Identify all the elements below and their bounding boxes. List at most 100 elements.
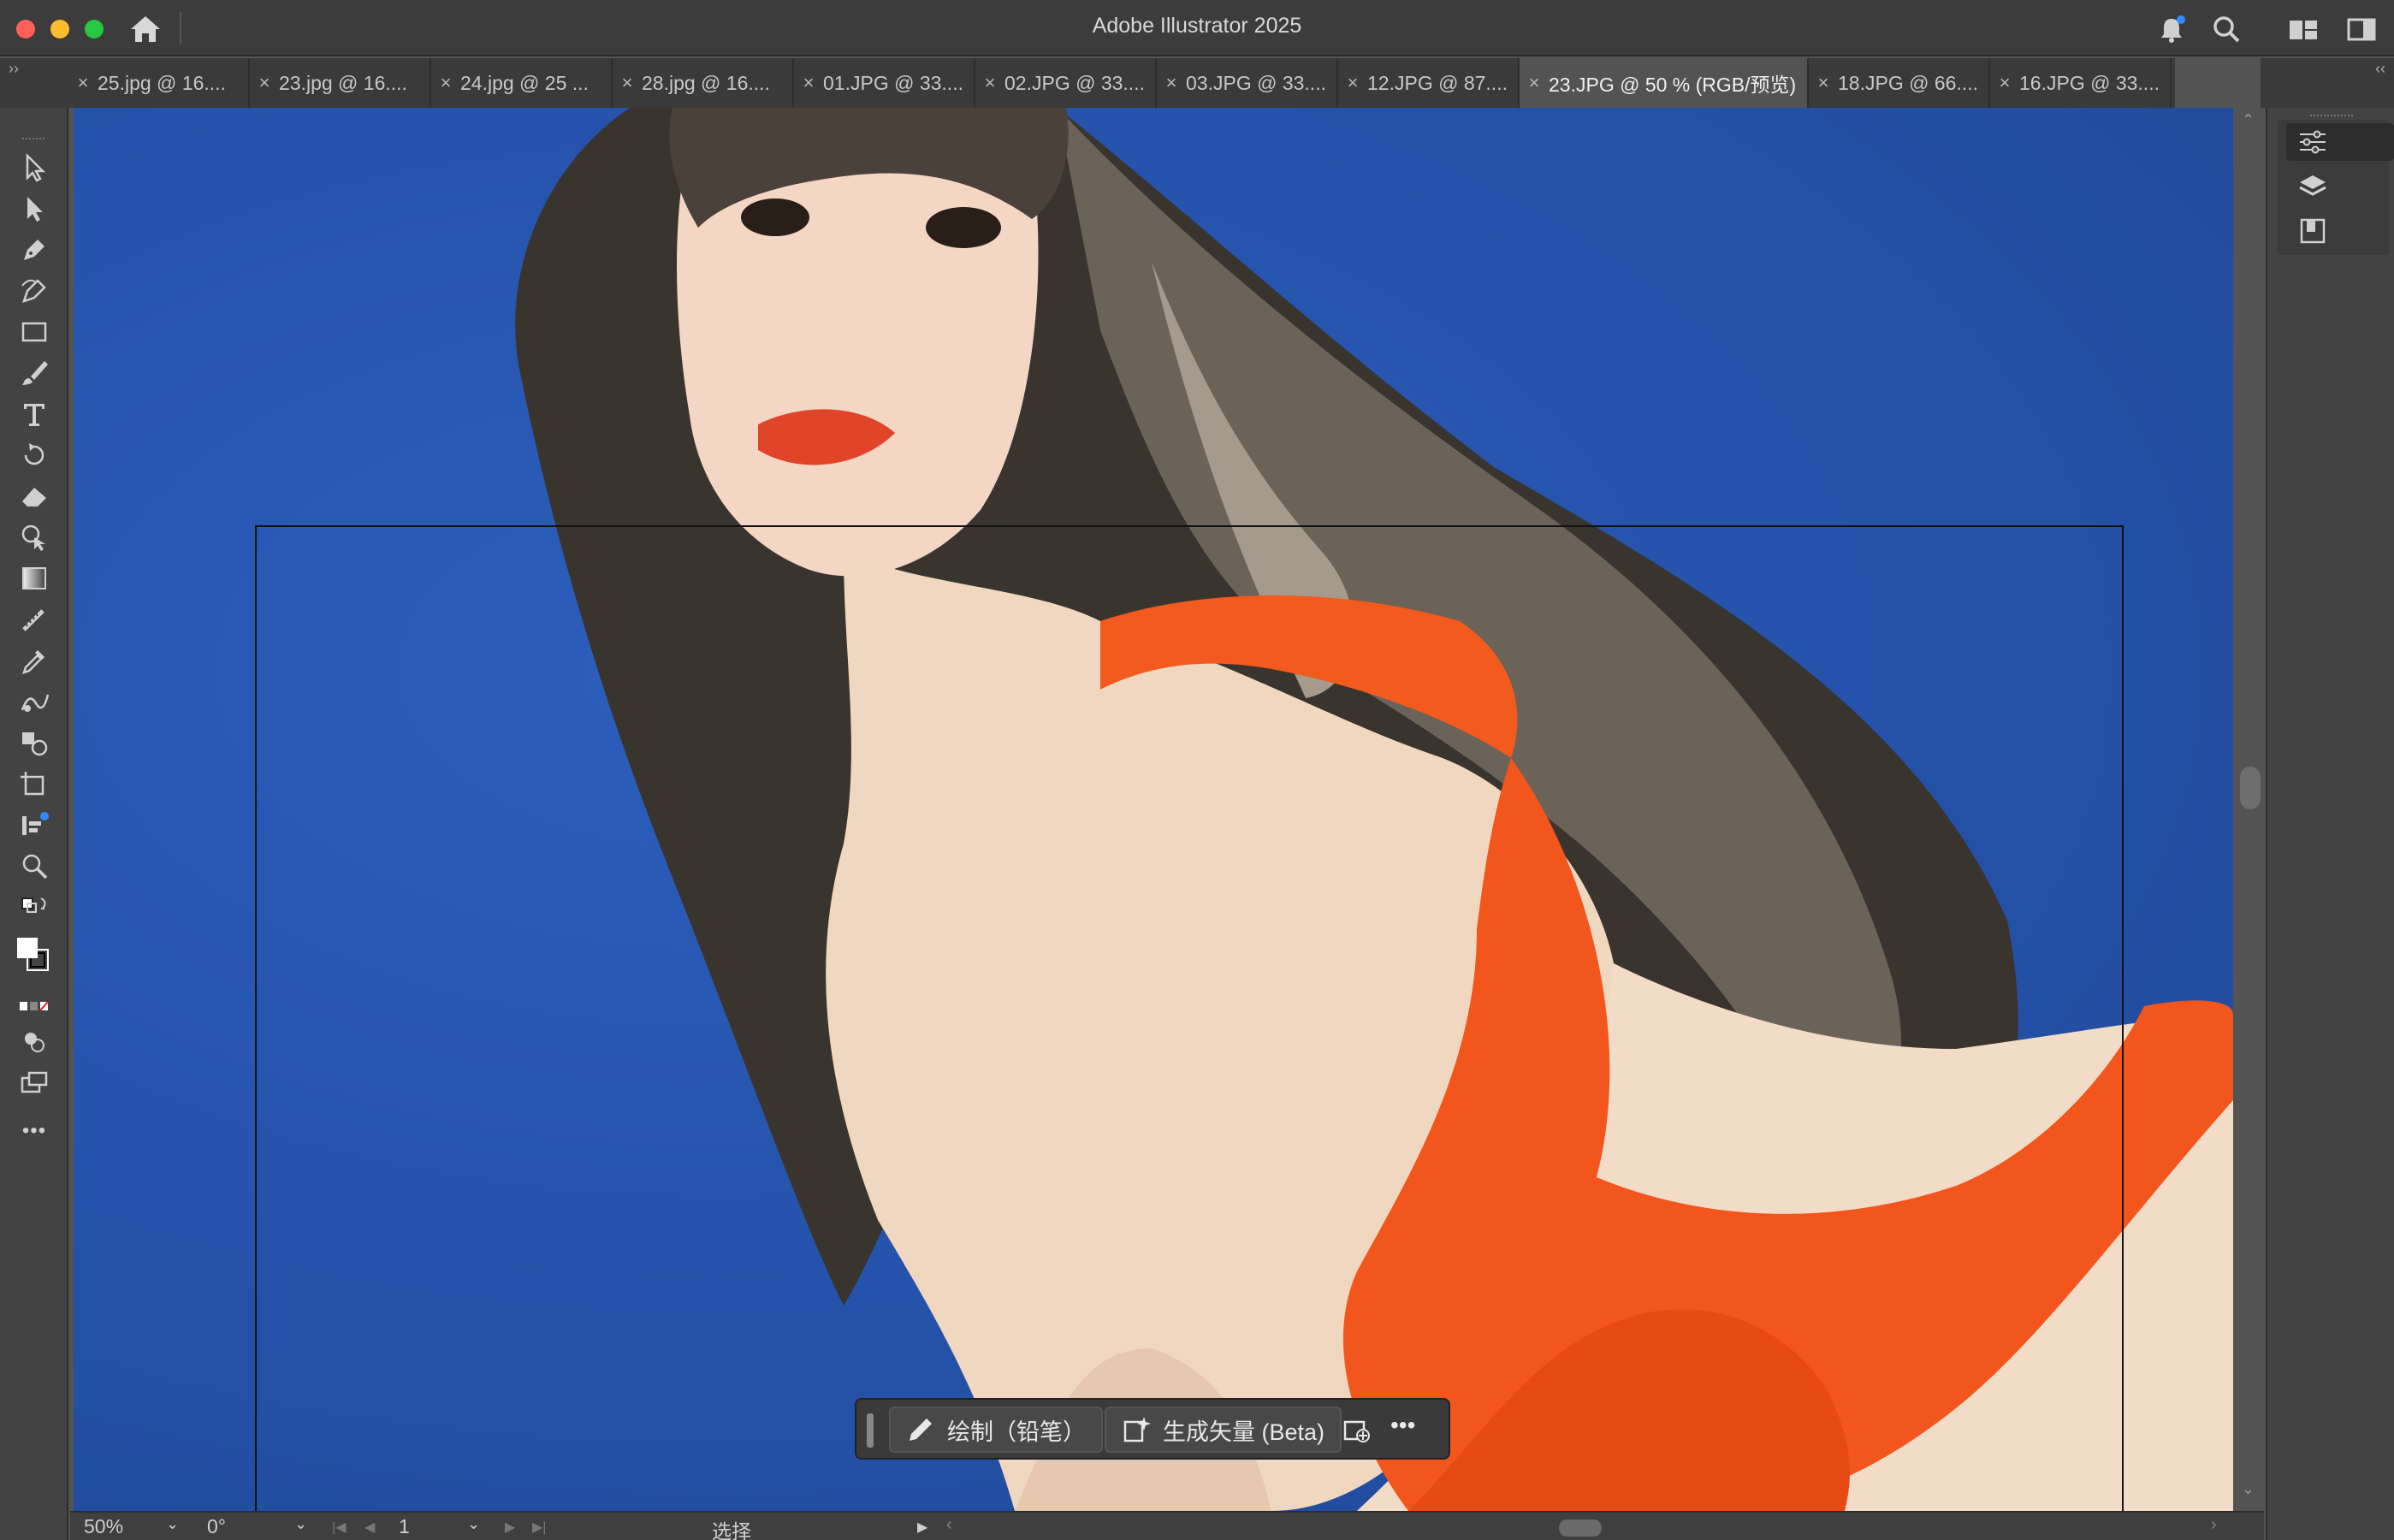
expand-toolbar-icon[interactable]: ››	[9, 60, 19, 78]
dock-icon-group	[2278, 120, 2394, 255]
tab-label: 28.jpg @ 16....	[642, 71, 770, 94]
app-title: Adobe Illustrator 2025	[1092, 14, 1302, 38]
libraries-panel-icon[interactable]	[2286, 212, 2394, 250]
tab-label: 16.JPG @ 33....	[2019, 71, 2160, 94]
document-tab[interactable]: × 01.JPG @ 33....	[794, 58, 975, 108]
tab-close-icon[interactable]: ×	[1157, 72, 1186, 94]
tab-label: 23.jpg @ 16....	[279, 71, 407, 94]
scroll-up-arrow-icon[interactable]: ⌃	[2242, 111, 2255, 129]
type-tool-icon[interactable]	[15, 397, 53, 431]
fill-stroke-swatch[interactable]	[15, 931, 53, 980]
document-tab[interactable]: × 12.JPG @ 87....	[1338, 58, 1520, 108]
zoom-tool-icon[interactable]	[15, 849, 53, 883]
selection-tool-icon[interactable]	[15, 151, 53, 185]
workspace-switcher-icon[interactable]	[2286, 12, 2320, 46]
document-tab[interactable]: × 02.JPG @ 33....	[975, 58, 1157, 108]
edit-toolbar-button[interactable]: •••	[15, 1114, 53, 1148]
artboard-tool-icon[interactable]	[15, 767, 53, 801]
eyedropper-tool-icon[interactable]	[15, 643, 53, 678]
tab-close-icon[interactable]: ×	[250, 72, 279, 94]
direct-selection-tool-icon[interactable]	[15, 192, 53, 226]
status-menu-arrow-icon[interactable]: ▶	[917, 1519, 927, 1536]
dock-grip[interactable]	[2310, 115, 2353, 118]
document-tab[interactable]: × 03.JPG @ 33....	[1157, 58, 1338, 108]
properties-panel-icon[interactable]	[2286, 123, 2394, 161]
placed-photo[interactable]	[74, 108, 2233, 1511]
column-graph-tool-icon[interactable]	[15, 808, 53, 842]
artboard-dropdown-chevron-icon[interactable]: ⌄	[467, 1515, 480, 1533]
mesh-tool-icon[interactable]	[15, 602, 53, 637]
tab-label: 23.JPG @ 50 % (RGB/预览)	[1549, 74, 1797, 96]
draw-mode-icon[interactable]	[15, 1025, 53, 1059]
paintbrush-tool-icon[interactable]	[15, 356, 53, 390]
document-tab[interactable]: × 23.jpg @ 16....	[250, 58, 431, 108]
tab-label: 12.JPG @ 87....	[1367, 71, 1508, 94]
screen-mode-icon[interactable]	[15, 1066, 53, 1100]
pen-tool-icon[interactable]	[15, 233, 53, 267]
layers-panel-icon[interactable]	[2286, 168, 2394, 205]
scroll-right-arrow-icon[interactable]: ›	[2211, 1515, 2217, 1535]
tab-close-icon[interactable]: ×	[68, 72, 98, 94]
document-tab[interactable]: × 16.JPG @ 33....	[1990, 58, 2172, 108]
tab-close-icon[interactable]: ×	[975, 72, 1004, 94]
shape-builder-tool-icon[interactable]	[15, 520, 53, 554]
tab-close-icon[interactable]: ×	[794, 72, 823, 94]
image-options-icon[interactable]	[1342, 1415, 1373, 1446]
rotation-field[interactable]: 0°	[207, 1515, 226, 1538]
document-tab[interactable]: × 24.jpg @ 25 ...	[431, 58, 613, 108]
draw-pencil-button[interactable]: 绘制（铅笔）	[889, 1407, 1103, 1453]
tab-label: 01.JPG @ 33....	[823, 71, 963, 94]
artboard-bounds[interactable]	[255, 525, 2124, 1511]
tab-close-icon[interactable]: ×	[1990, 72, 2019, 94]
tools-panel: •••	[0, 108, 68, 1540]
gradient-tool-icon[interactable]	[15, 561, 53, 595]
next-artboard-icon[interactable]: ▶	[505, 1519, 515, 1536]
collapse-panels-icon[interactable]: ‹‹	[2375, 60, 2385, 78]
color-mode-icons[interactable]	[15, 989, 53, 1023]
eraser-tool-icon[interactable]	[15, 479, 53, 513]
draw-pencil-label: 绘制（铅笔）	[947, 1419, 1086, 1445]
document-tab-bar: × 25.jpg @ 16.... × 23.jpg @ 16.... × 24.jpg …	[68, 58, 2175, 108]
first-artboard-icon[interactable]: |◀	[332, 1519, 346, 1536]
tab-label: 24.jpg @ 25 ...	[460, 71, 589, 94]
canvas-area[interactable]	[70, 108, 2233, 1511]
zoom-dropdown-chevron-icon[interactable]: ⌄	[166, 1515, 179, 1533]
rotation-dropdown-chevron-icon[interactable]: ⌄	[294, 1515, 307, 1533]
tab-close-icon[interactable]: ×	[613, 72, 642, 94]
tab-close-icon[interactable]: ×	[431, 72, 460, 94]
document-tab[interactable]: × 28.jpg @ 16....	[613, 58, 794, 108]
tab-close-icon[interactable]: ×	[1338, 72, 1367, 94]
tab-close-icon[interactable]: ×	[1809, 72, 1838, 94]
document-tab[interactable]: × 18.JPG @ 66....	[1809, 58, 1990, 108]
tab-close-icon[interactable]: ×	[1520, 72, 1549, 94]
scroll-left-arrow-icon[interactable]: ‹	[946, 1515, 952, 1535]
vertical-scroll-thumb[interactable]	[2240, 767, 2261, 809]
symbol-sprayer-tool-icon[interactable]	[15, 726, 53, 760]
generate-vectors-button[interactable]: 生成矢量 (Beta)	[1105, 1407, 1342, 1453]
contextual-task-bar: 绘制（铅笔） 生成矢量 (Beta) •••	[855, 1398, 1450, 1460]
default-fill-stroke-icon[interactable]	[15, 890, 53, 924]
panel-toggle-icon[interactable]	[2344, 12, 2379, 46]
status-bar: 50% ⌄ 0° ⌄ |◀ ◀ 1 ⌄ ▶ ▶| 选择 ▶ ‹ ›	[70, 1511, 2264, 1540]
search-icon[interactable]	[2209, 12, 2243, 46]
document-tab[interactable]: × 23.JPG @ 50 % (RGB/预览)	[1520, 58, 1809, 108]
scroll-down-arrow-icon[interactable]: ⌄	[2242, 1480, 2255, 1498]
zoom-level-field[interactable]: 50%	[84, 1515, 123, 1538]
curvature-tool-icon[interactable]	[15, 274, 53, 308]
vertical-scrollbar[interactable]: ⌃ ⌄	[2233, 108, 2264, 1511]
task-bar-grip[interactable]	[867, 1413, 874, 1448]
right-panel-dock	[2266, 108, 2394, 1540]
tab-label: 25.jpg @ 16....	[98, 71, 226, 94]
document-tab[interactable]: × 25.jpg @ 16....	[68, 58, 250, 108]
artboard-number-field[interactable]: 1	[399, 1515, 410, 1538]
rectangle-tool-icon[interactable]	[15, 315, 53, 349]
horizontal-scroll-thumb[interactable]	[1559, 1519, 1602, 1537]
last-artboard-icon[interactable]: ▶|	[532, 1519, 546, 1536]
task-bar-more-button[interactable]: •••	[1390, 1412, 1415, 1439]
rotate-tool-icon[interactable]	[15, 438, 53, 472]
notification-bell-icon[interactable]	[2154, 12, 2189, 46]
generate-vectors-icon	[1123, 1417, 1151, 1442]
current-tool-status: 选择	[712, 1520, 751, 1540]
blend-tool-icon[interactable]	[15, 684, 53, 719]
previous-artboard-icon[interactable]: ◀	[364, 1519, 375, 1536]
